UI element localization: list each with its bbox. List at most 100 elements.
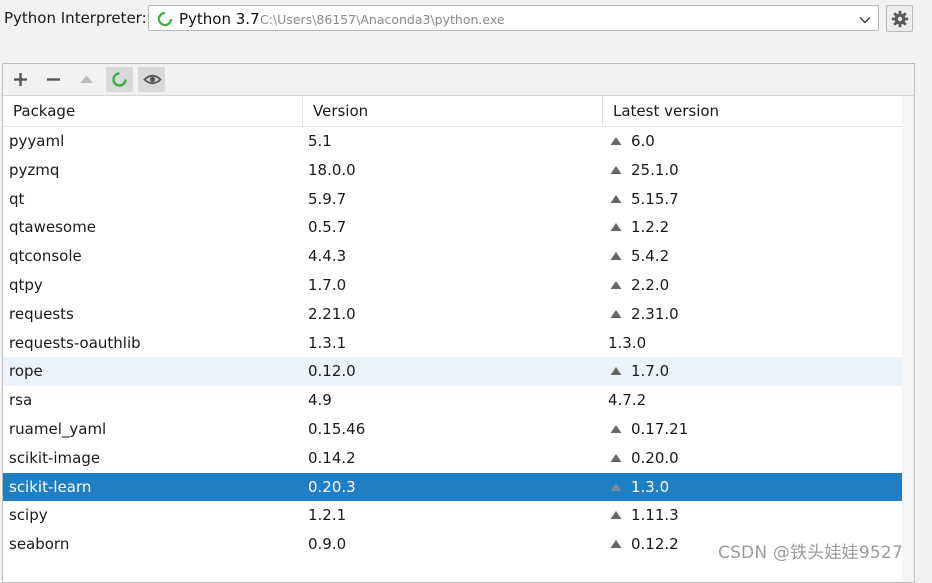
interpreter-name: Python 3.7 — [179, 10, 260, 28]
package-name: requests-oauthlib — [9, 333, 141, 352]
upgrade-arrow-icon — [610, 280, 622, 290]
package-version: 2.21.0 — [308, 304, 356, 323]
column-header-version[interactable]: Version — [303, 96, 603, 126]
latest-version-text: 0.12.2 — [631, 535, 679, 554]
package-latest-version: 0.12.2 — [608, 530, 679, 559]
package-latest-version: 0.17.21 — [608, 415, 688, 444]
interpreter-row: Python Interpreter: Python 3.7 C:\Users\… — [0, 0, 932, 38]
package-version: 4.9 — [308, 391, 332, 410]
package-latest-version: 1.2.2 — [608, 213, 669, 242]
package-latest-version: 1.7.0 — [608, 357, 669, 386]
upgrade-arrow-icon — [610, 510, 622, 520]
latest-version-text: 0.17.21 — [631, 419, 689, 438]
remove-package-button[interactable] — [40, 67, 67, 92]
table-row[interactable]: pyzmq 18.0.0 25.1.0 — [3, 156, 902, 185]
package-latest-version: 6.0 — [608, 127, 655, 156]
table-row[interactable]: qtconsole 4.4.3 5.4.2 — [3, 242, 902, 271]
vertical-scrollbar[interactable] — [902, 96, 914, 582]
package-latest-version: 2.2.0 — [608, 271, 669, 300]
package-version: 0.5.7 — [308, 218, 347, 237]
table-row[interactable]: scikit-learn 0.20.3 1.3.0 — [3, 472, 902, 502]
package-latest-version: 1.3.0 — [608, 473, 669, 502]
package-latest-version: 5.15.7 — [608, 185, 679, 214]
python-interpreter-icon — [157, 11, 173, 27]
eye-icon — [143, 74, 162, 85]
upgrade-arrow-icon — [610, 222, 622, 232]
latest-version-text: 5.4.2 — [631, 247, 670, 266]
package-latest-version: 2.31.0 — [608, 300, 679, 329]
package-latest-version: 1.11.3 — [608, 501, 679, 530]
package-version: 18.0.0 — [308, 160, 356, 179]
table-row[interactable]: requests-oauthlib 1.3.1 1.3.0 — [3, 329, 902, 358]
package-latest-version: 4.7.2 — [608, 386, 646, 415]
table-row[interactable]: requests 2.21.0 2.31.0 — [3, 300, 902, 329]
table-row[interactable]: qt 5.9.7 5.15.7 — [3, 185, 902, 214]
package-name: pyzmq — [9, 160, 60, 179]
latest-version-text: 1.7.0 — [631, 362, 670, 381]
latest-version-text: 2.2.0 — [631, 275, 670, 294]
latest-version-text: 4.7.2 — [608, 391, 647, 410]
latest-version-text: 5.15.7 — [631, 189, 679, 208]
package-name: qtpy — [9, 275, 43, 294]
upgrade-arrow-icon — [610, 424, 622, 434]
package-latest-version: 25.1.0 — [608, 156, 679, 185]
interpreter-label: Python Interpreter: — [4, 9, 147, 27]
table-row[interactable]: rsa 4.9 4.7.2 — [3, 386, 902, 415]
latest-version-text: 0.20.0 — [631, 448, 679, 467]
upgrade-arrow-icon — [610, 309, 622, 319]
package-version: 5.1 — [308, 132, 332, 150]
package-name: qtconsole — [9, 247, 82, 266]
loading-spinner-icon — [112, 72, 127, 87]
package-version: 5.9.7 — [308, 189, 347, 208]
package-latest-version: 0.20.0 — [608, 444, 679, 473]
show-early-releases-button[interactable] — [138, 67, 165, 92]
table-row[interactable]: qtawesome 0.5.7 1.2.2 — [3, 213, 902, 242]
column-header-latest-version[interactable]: Latest version — [603, 96, 902, 126]
package-name: scikit-learn — [9, 477, 92, 496]
table-row[interactable]: pyyaml 5.1 6.0 — [3, 127, 902, 156]
package-version: 0.15.46 — [308, 419, 366, 438]
latest-version-text: 1.3.0 — [608, 333, 647, 352]
package-name: scikit-image — [9, 448, 101, 467]
latest-version-text: 6.0 — [631, 132, 655, 150]
package-name: pyyaml — [9, 132, 65, 150]
package-name: ruamel_yaml — [9, 419, 107, 438]
add-package-button[interactable] — [7, 67, 34, 92]
upgrade-arrow-icon — [610, 165, 622, 175]
watermark: CSDN @铁头娃娃9527 — [718, 543, 903, 563]
table-row[interactable]: ruamel_yaml 0.15.46 0.17.21 — [3, 415, 902, 444]
interpreter-select[interactable]: Python 3.7 C:\Users\86157\Anaconda3\pyth… — [148, 5, 879, 31]
latest-version-text: 1.3.0 — [631, 477, 670, 496]
table-row[interactable]: qtpy 1.7.0 2.2.0 — [3, 271, 902, 300]
table-row[interactable]: scikit-image 0.14.2 0.20.0 — [3, 444, 902, 473]
package-version: 1.3.1 — [308, 333, 347, 352]
table-row[interactable]: scipy 1.2.1 1.11.3 — [3, 501, 902, 530]
upgrade-arrow-icon — [610, 539, 622, 549]
package-name: rsa — [9, 391, 33, 410]
latest-version-text: 1.11.3 — [631, 506, 679, 525]
minus-icon — [47, 78, 60, 81]
upgrade-arrow-icon — [610, 251, 622, 261]
package-name: rope — [9, 362, 43, 381]
package-version: 1.7.0 — [308, 275, 347, 294]
package-latest-version: 5.4.2 — [608, 242, 669, 271]
upgrade-arrow-icon — [610, 136, 622, 146]
package-name: requests — [9, 304, 74, 323]
table-row[interactable]: rope 0.12.0 1.7.0 — [3, 357, 902, 387]
upgrade-arrow-icon — [610, 482, 622, 492]
gear-icon — [891, 10, 909, 28]
package-latest-version: 1.3.0 — [608, 329, 646, 358]
package-name: qtawesome — [9, 218, 96, 237]
package-version: 0.20.3 — [308, 477, 356, 496]
package-version: 0.12.0 — [308, 362, 356, 381]
chevron-down-icon[interactable] — [858, 12, 872, 26]
upgrade-arrow-icon — [610, 453, 622, 463]
upgrade-arrow-icon — [610, 366, 622, 376]
refresh-packages-button[interactable] — [106, 67, 133, 92]
package-name: scipy — [9, 506, 48, 525]
interpreter-settings-button[interactable] — [886, 5, 913, 32]
interpreter-path: C:\Users\86157\Anaconda3\python.exe — [260, 12, 505, 27]
column-header-package[interactable]: Package — [3, 96, 303, 126]
upgrade-package-button[interactable] — [73, 67, 100, 92]
package-version: 0.9.0 — [308, 535, 347, 554]
